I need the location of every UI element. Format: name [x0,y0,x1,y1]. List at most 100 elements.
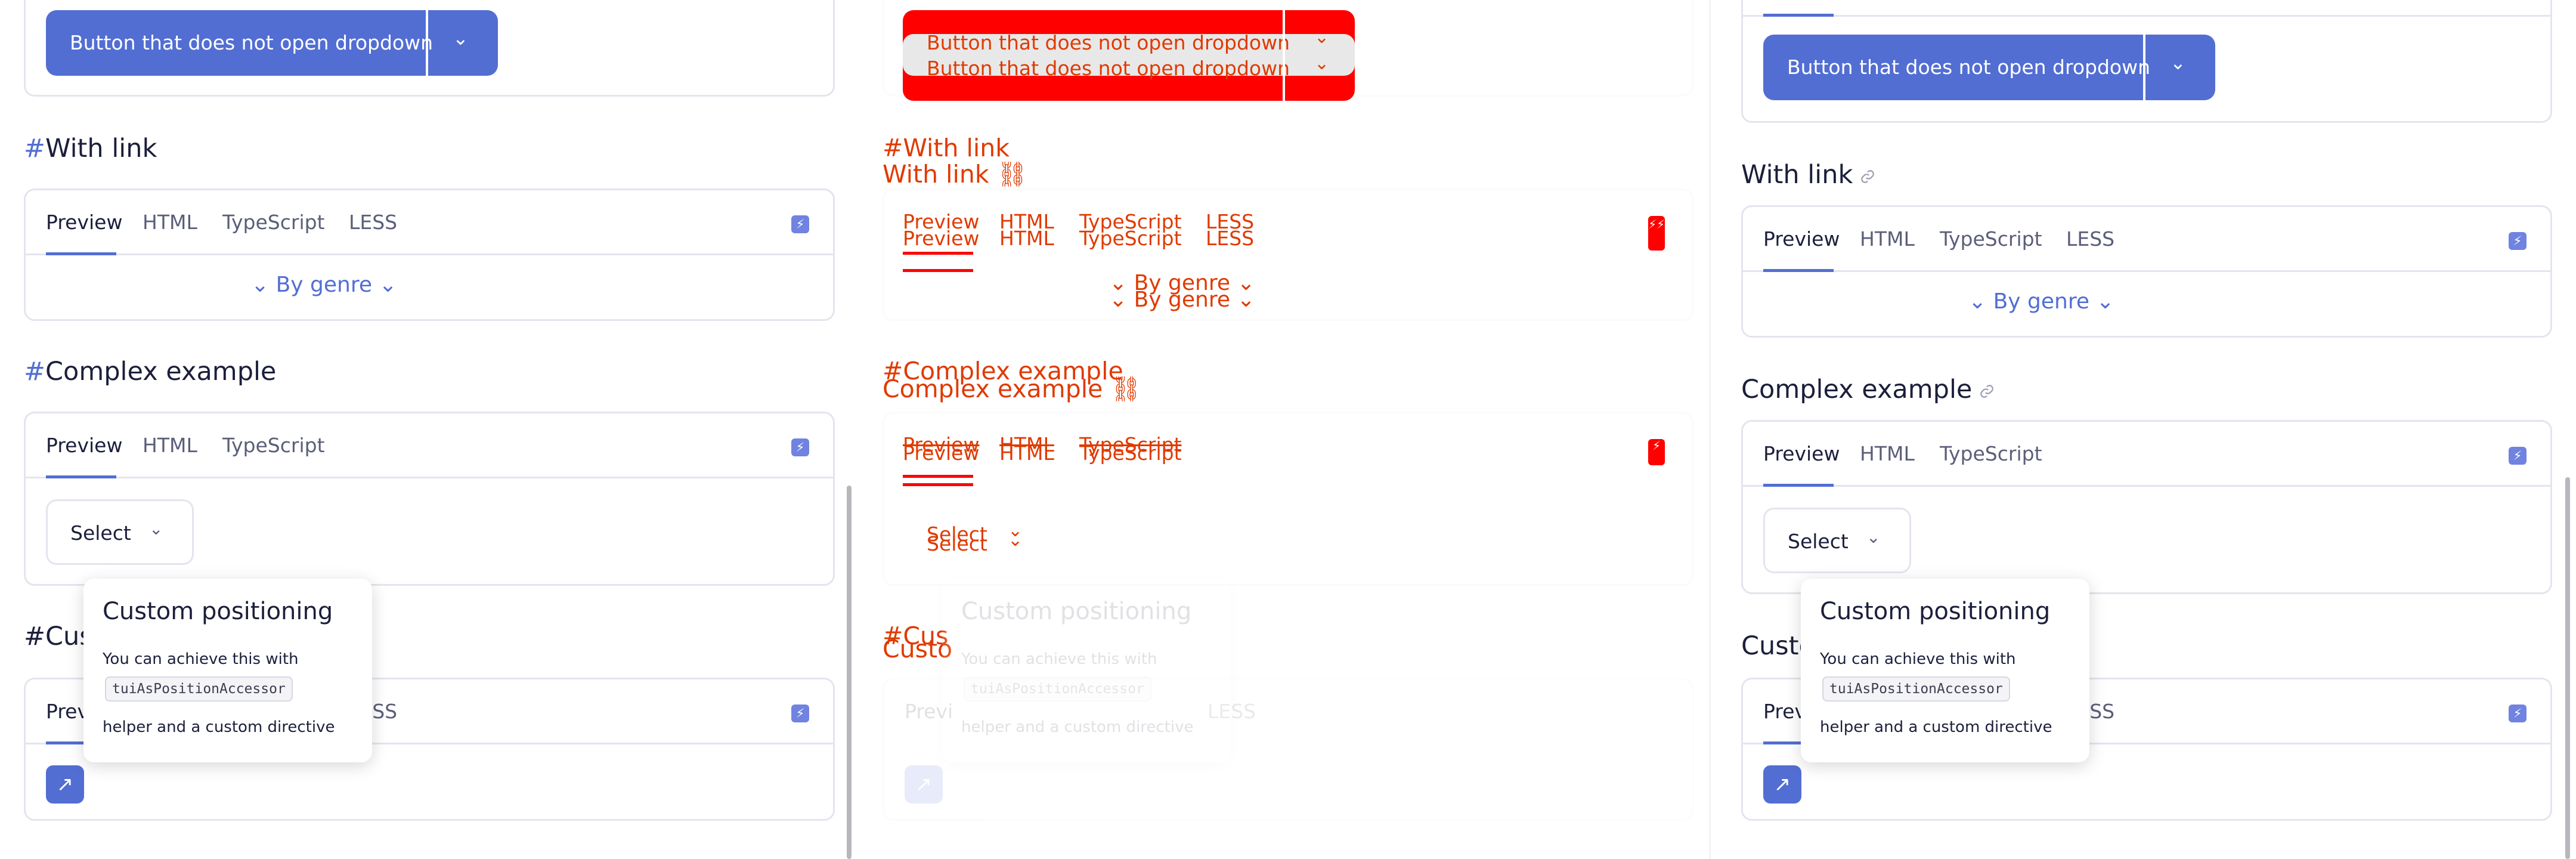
tab-less[interactable]: LESS [349,211,397,234]
section-heading-with-link: With link [1741,160,1875,190]
tab-less[interactable]: LESS [2066,227,2114,251]
tab-html[interactable]: HTML [1860,227,1915,251]
tab-preview[interactable]: Preview [46,434,122,457]
expected-panel: Button that does not open dropdown ⌄ #Wi… [0,0,844,859]
link-icon[interactable] [1860,169,1875,184]
section-heading-with-link: #With link [24,134,157,163]
popover-title: Custom positioning [1820,598,2051,625]
popover-text: You can achieve this with [103,650,299,668]
diff-underline [903,475,973,478]
lightning-icon[interactable]: ⚡ [791,704,809,722]
heading-text: Complex example [45,357,277,387]
heading-text: #Cus [24,622,93,651]
popover-text: helper and a custom directive [103,718,335,736]
arrow-up-right-icon[interactable]: ↗ [1763,765,1801,804]
actual-panel: Button that does not open dropdown ⌄ Wit… [1717,0,2562,859]
select-button[interactable]: Select ⌄ [1763,508,1911,573]
diff-tab-html: HTML [999,441,1054,465]
tab-typescript[interactable]: TypeScript [222,211,325,234]
tab-html[interactable]: HTML [143,211,197,234]
arrow-up-right-icon[interactable]: ↗ [46,765,84,804]
anchor-link[interactable]: # [24,134,45,163]
anchor-link[interactable]: # [24,357,45,387]
complex-demo-card: Preview HTML TypeScript ⚡ Select ⌄ [24,412,835,586]
chevron-down-icon: ⌄ [149,519,163,539]
tab-underline [1763,484,1834,487]
diff-genre: ⌄ By genre ⌄ [1109,288,1255,312]
tab-preview[interactable]: Preview [1763,227,1840,251]
lightning-icon: ⚡⚡ [1648,216,1665,251]
chevron-down-icon: ⌄ [1866,527,1881,547]
split-button[interactable]: Button that does not open dropdown ⌄ [1763,35,2215,100]
popover-text: You can achieve this with [961,650,1157,668]
popover-ghost: Custom positioning You can achieve this … [942,579,1231,762]
lightning-icon[interactable]: ⚡ [791,215,809,233]
tab-underline [46,475,116,478]
tab-html[interactable]: HTML [143,434,197,457]
select-button[interactable]: Select ⌄ [46,499,194,565]
split-button[interactable]: Button that does not open dropdown ⌄ [46,10,498,76]
tab-preview[interactable]: Preview [46,211,122,234]
tab-bar: Preview HTML TypeScript ⚡ [26,413,833,478]
divider [1709,0,1711,859]
chevron-down-icon: ⌄ [1314,27,1330,48]
tab-html[interactable]: HTML [1860,442,1915,465]
diff-tab-less: LESS [1206,227,1255,250]
tab-underline [46,252,116,255]
diff-tab-typescript: TypeScript [1079,227,1182,250]
section-heading-custom: #Cus [24,622,93,651]
section-heading-complex: Complex example [1741,375,1995,404]
genre-link[interactable]: ⌄ By genre ⌄ [1968,289,2114,314]
select-label: Select [1788,530,1849,553]
lightning-icon[interactable]: ⚡ [791,438,809,456]
chevron-down-icon[interactable]: ⌄ [2170,51,2186,74]
link-icon[interactable] [1979,384,1995,399]
diff-split-button: Button that does not open dropdown Butto… [903,10,1355,101]
scrollbar[interactable] [847,486,852,859]
scrollbar[interactable] [2565,477,2570,859]
split-button-label: Button that does not open dropdown [70,31,434,54]
popover: Custom positioning You can achieve this … [83,579,372,762]
chevron-down-icon[interactable]: ⌄ [453,27,469,50]
diff-tab-preview: Preview [903,441,980,465]
tab-bar [1743,0,2550,17]
with-link-demo-card: Preview HTML TypeScript LESS ⚡ ⌄ By genr… [1741,205,2552,338]
section-heading-complex: #Complex example [24,357,276,387]
diff-heading: Complex example ⛓ [883,375,1142,403]
with-link-demo-card [883,189,1693,321]
tab-bar: Preview HTML TypeScript LESS ⚡ [1743,207,2550,272]
chevron-down-icon: ⌄ [1314,53,1330,74]
popover-code: tuiAsPositionAccessor [964,676,1151,702]
dropdown-demo-card: Button that does not open dropdown ⌄ [24,0,835,97]
tab-typescript[interactable]: TypeScript [222,434,325,457]
lightning-icon[interactable]: ⚡ [2509,704,2527,722]
lightning-icon: ⚡ [1648,439,1665,465]
diff-heading: #With link [883,134,1010,162]
lightning-icon[interactable]: ⚡ [2509,232,2527,250]
popover-text: You can achieve this with [1820,650,2016,668]
arrow-up-right-icon: ↗ [905,765,943,804]
popover-text: helper and a custom directive [961,718,1194,736]
tab-typescript[interactable]: TypeScript [1940,227,2042,251]
tab-underline [1763,14,1834,17]
tab-preview[interactable]: Preview [1763,442,1840,465]
diff-tab-html: HTML [999,227,1054,250]
lightning-icon[interactable]: ⚡ [2509,447,2527,465]
split-divider [1283,10,1285,101]
diff-heading: With link ⛓ [883,160,1028,189]
popover-code: tuiAsPositionAccessor [1822,676,2010,702]
genre-link[interactable]: ⌄ By genre ⌄ [251,273,397,297]
tab-underline [1763,269,1834,272]
diff-tab-preview: Preview [903,227,980,250]
select-label: Select [70,521,131,545]
popover-code: tuiAsPositionAccessor [105,676,293,702]
chevron-down-icon: ⌄ [1008,530,1023,551]
split-divider [2143,35,2145,100]
split-button-label: Button that does not open dropdown [1787,55,2151,79]
genre-label: By genre [275,273,373,297]
tab-typescript[interactable]: TypeScript [1940,442,2042,465]
diff-select: Select [927,532,987,555]
dropdown-demo-card: Button that does not open dropdown ⌄ [1741,0,2552,123]
diff-underline [903,269,973,272]
diff-underline [903,252,973,255]
